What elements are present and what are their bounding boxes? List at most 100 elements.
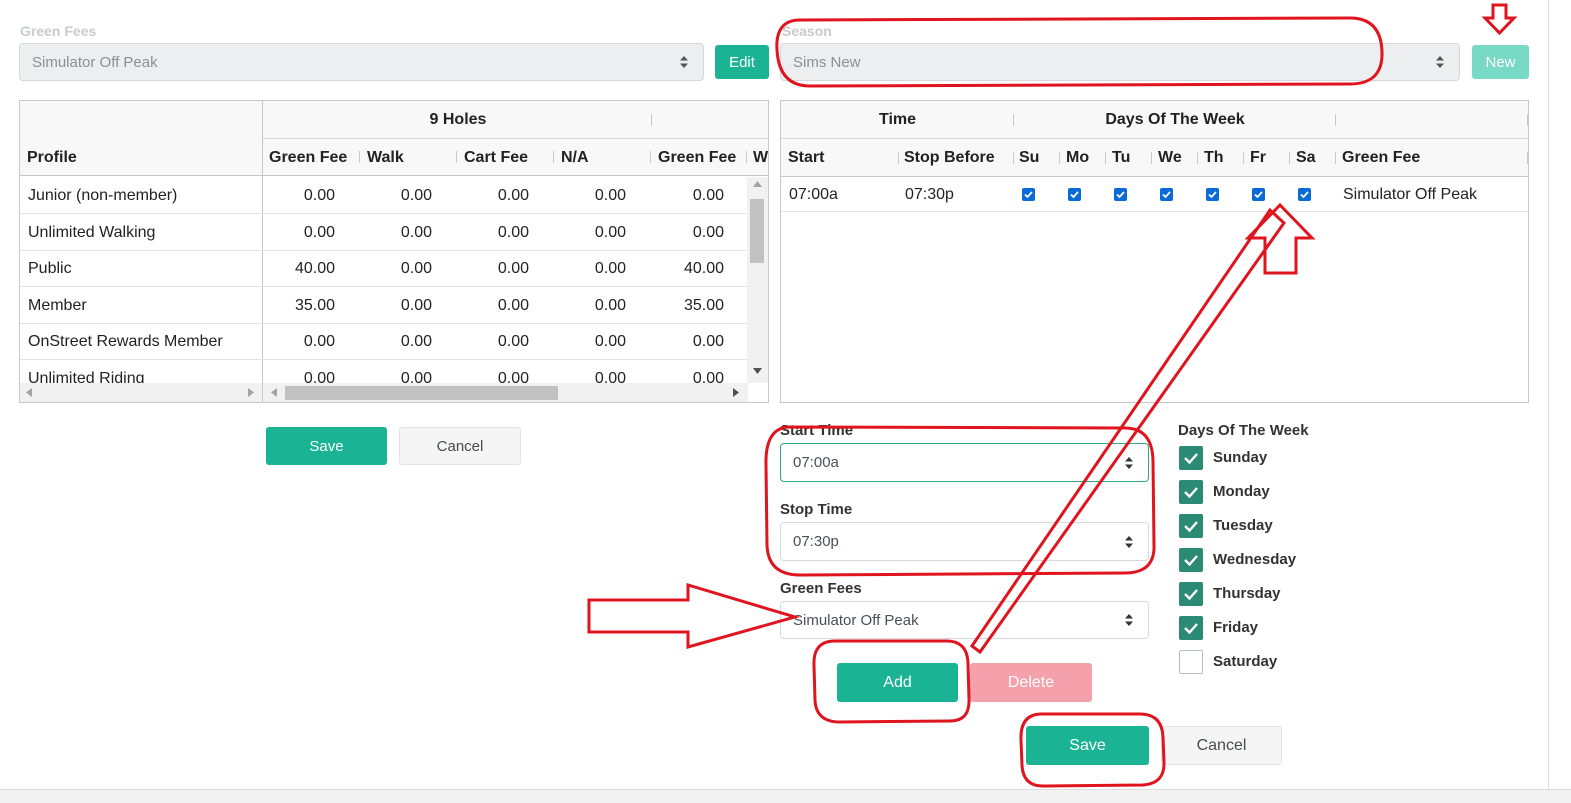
- form-green-fees-select[interactable]: Simulator Off Peak: [780, 601, 1149, 639]
- table-row[interactable]: 07:00a 07:30p Simulator Off Peak: [781, 178, 1528, 212]
- cell-stop-before: 07:30p: [905, 186, 954, 203]
- group-header-9-holes: 9 Holes: [429, 110, 487, 128]
- checkbox-su[interactable]: [1022, 188, 1035, 201]
- table-row[interactable]: Public 40.00 0.00 0.00 0.00 40.00: [20, 251, 747, 287]
- cell-profile: Junior (non-member): [28, 186, 178, 204]
- col-header-tu[interactable]: Tu: [1112, 139, 1130, 177]
- header-separator: [1243, 152, 1244, 164]
- col-header-green-fee[interactable]: Green Fee: [269, 139, 347, 176]
- schedule-grid: Time Days Of The Week Start Stop Before …: [780, 100, 1529, 403]
- col-header-su[interactable]: Su: [1019, 139, 1039, 177]
- col-header-th[interactable]: Th: [1204, 139, 1224, 177]
- vertical-scrollbar[interactable]: [747, 177, 768, 383]
- annotation-green-fees-arrow: [587, 582, 801, 649]
- col-header-start[interactable]: Start: [788, 139, 824, 177]
- tuesday-checkbox[interactable]: [1179, 514, 1203, 538]
- green-fees-select[interactable]: Simulator Off Peak: [19, 43, 704, 81]
- new-button[interactable]: New: [1472, 45, 1529, 79]
- checkbox-fr[interactable]: [1252, 188, 1265, 201]
- checkbox-we[interactable]: [1160, 188, 1173, 201]
- cell-value: 0.00: [400, 260, 432, 277]
- col-header-we[interactable]: We: [1158, 139, 1182, 177]
- checkbox-sa[interactable]: [1298, 188, 1311, 201]
- table-row[interactable]: Member 35.00 0.00 0.00 0.00 35.00: [20, 287, 747, 324]
- col-header-green-fee-2[interactable]: Green Fee: [658, 139, 736, 176]
- form-green-fees-value: Simulator Off Peak: [793, 611, 919, 629]
- check-icon: [1184, 589, 1198, 601]
- monday-checkbox[interactable]: [1179, 480, 1203, 504]
- table-row[interactable]: Junior (non-member) 0.00 0.00 0.00 0.00 …: [20, 177, 747, 214]
- cell-profile: Unlimited Walking: [28, 223, 156, 241]
- monday-label: Monday: [1213, 483, 1270, 500]
- stop-time-label: Stop Time: [780, 501, 853, 518]
- delete-button[interactable]: Delete: [970, 663, 1092, 702]
- pinned-horizontal-scrollbar[interactable]: [20, 383, 262, 402]
- sunday-checkbox[interactable]: [1179, 446, 1203, 470]
- table-row[interactable]: Unlimited Walking 0.00 0.00 0.00 0.00 0.…: [20, 214, 747, 251]
- season-select-value: Sims New: [793, 53, 861, 71]
- cell-value: 40.00: [683, 260, 724, 277]
- header-separator: [1197, 152, 1198, 164]
- header-separator: [650, 151, 651, 163]
- stop-time-select[interactable]: 07:30p: [780, 522, 1149, 561]
- header-separator: [359, 151, 360, 163]
- scroll-right-icon[interactable]: [733, 388, 739, 397]
- edit-button[interactable]: Edit: [715, 45, 769, 79]
- cell-profile: Unlimited Riding: [28, 369, 145, 384]
- cell-value: 0.00: [303, 186, 335, 204]
- table-row[interactable]: OnStreet Rewards Member 0.00 0.00 0.00 0…: [20, 324, 747, 360]
- page-footer-strip: [0, 789, 1571, 803]
- checkbox-tu[interactable]: [1114, 188, 1127, 201]
- sort-caret-icon: [1125, 614, 1133, 626]
- scroll-right-icon[interactable]: [248, 388, 254, 397]
- col-header-walk[interactable]: Walk: [367, 139, 404, 176]
- col-header-sa[interactable]: Sa: [1296, 139, 1316, 177]
- tuesday-label: Tuesday: [1213, 517, 1273, 534]
- cell-green-fee: Simulator Off Peak: [1343, 186, 1477, 203]
- form-cancel-button[interactable]: Cancel: [1161, 726, 1282, 765]
- cell-value: 0.00: [594, 186, 626, 204]
- wednesday-checkbox[interactable]: [1179, 548, 1203, 572]
- col-header-profile[interactable]: Profile: [27, 139, 77, 176]
- checkbox-th[interactable]: [1206, 188, 1219, 201]
- scroll-left-icon[interactable]: [26, 388, 32, 397]
- saturday-checkbox[interactable]: [1179, 650, 1203, 674]
- col-header-w[interactable]: W: [753, 139, 768, 176]
- scroll-down-icon[interactable]: [753, 368, 762, 374]
- scroll-up-icon[interactable]: [753, 181, 762, 187]
- start-time-select[interactable]: 07:00a: [780, 443, 1149, 482]
- col-header-fr[interactable]: Fr: [1250, 139, 1266, 177]
- page-right-border: [1548, 0, 1549, 790]
- thursday-checkbox[interactable]: [1179, 582, 1203, 606]
- col-header-green-fee[interactable]: Green Fee: [1342, 139, 1420, 177]
- scroll-left-icon[interactable]: [271, 388, 277, 397]
- header-separator: [1335, 152, 1336, 164]
- table-row[interactable]: Unlimited Riding 0.00 0.00 0.00 0.00 0.0…: [20, 360, 747, 384]
- fee-grid-cancel-button[interactable]: Cancel: [399, 427, 521, 465]
- vertical-scroll-thumb[interactable]: [750, 199, 764, 263]
- cell-value: 0.00: [497, 296, 529, 314]
- form-save-button[interactable]: Save: [1026, 726, 1149, 765]
- horizontal-scroll-thumb[interactable]: [285, 386, 558, 400]
- start-time-label: Start Time: [780, 422, 854, 439]
- friday-checkbox[interactable]: [1179, 616, 1203, 640]
- col-header-mo[interactable]: Mo: [1066, 139, 1089, 177]
- horizontal-scrollbar[interactable]: [263, 383, 748, 402]
- season-select[interactable]: Sims New: [780, 43, 1460, 81]
- cell-value: 0.00: [594, 333, 626, 350]
- header-separator: [1527, 152, 1528, 164]
- col-header-na[interactable]: N/A: [561, 139, 589, 176]
- add-button[interactable]: Add: [837, 663, 958, 702]
- checkbox-mo[interactable]: [1068, 188, 1081, 201]
- fee-grid-save-button[interactable]: Save: [266, 427, 387, 465]
- col-header-cart-fee[interactable]: Cart Fee: [464, 139, 528, 176]
- green-fees-label: Green Fees: [20, 23, 97, 39]
- start-time-value: 07:00a: [793, 454, 839, 471]
- col-header-stop-before[interactable]: Stop Before: [904, 139, 995, 177]
- cell-value: 0.00: [594, 369, 626, 384]
- cell-value: 0.00: [497, 260, 529, 277]
- header-separator: [651, 114, 652, 126]
- green-fees-select-value: Simulator Off Peak: [32, 53, 158, 71]
- cell-value: 0.00: [303, 369, 335, 384]
- cell-value: 0.00: [400, 186, 432, 204]
